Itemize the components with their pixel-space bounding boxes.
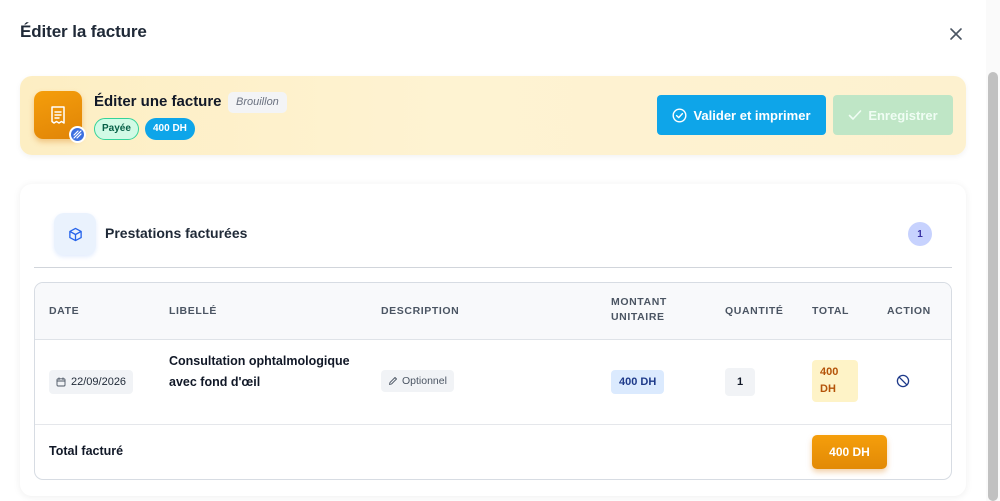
- amount-badge: 400 DH: [145, 118, 195, 140]
- invoice-icon-tile: [34, 91, 86, 143]
- validate-and-print-button[interactable]: Valider et imprimer: [657, 95, 826, 135]
- header-unit-price-line2: UNITAIRE: [611, 311, 665, 323]
- close-icon: [950, 28, 962, 40]
- header-unit-price-line1: MONTANT: [611, 296, 667, 308]
- row-date: 22/09/2026: [71, 376, 127, 388]
- save-button[interactable]: Enregistrer: [833, 95, 953, 135]
- pencil-stripe-icon: [73, 130, 82, 139]
- remove-row-button[interactable]: [894, 372, 912, 390]
- section-divider: [34, 267, 952, 268]
- header-action: ACTION: [887, 305, 931, 317]
- services-table: DATE LIBELLÉ DESCRIPTION MONTANT UNITAIR…: [34, 282, 952, 480]
- cube-icon: [68, 227, 82, 241]
- hero-title: Éditer une facture: [94, 93, 222, 110]
- check-icon: [849, 110, 862, 120]
- modal-header: Éditer la facture: [20, 22, 970, 46]
- section-icon-tile: [54, 213, 96, 255]
- validate-and-print-label: Valider et imprimer: [693, 107, 811, 123]
- table-row: 22/09/2026 Consultation ophtalmologique …: [35, 340, 951, 425]
- section-title: Prestations facturées: [105, 225, 248, 241]
- paid-status-badge: Payée: [94, 118, 139, 140]
- header-libelle: LIBELLÉ: [169, 305, 217, 317]
- description-field[interactable]: Optionnel: [381, 370, 454, 392]
- scrollbar-track[interactable]: [986, 0, 1000, 501]
- pencil-icon: [389, 377, 397, 385]
- row-total-line2: DH: [820, 383, 836, 395]
- header-date: DATE: [49, 305, 80, 317]
- save-label: Enregistrer: [868, 107, 938, 123]
- scrollbar-thumb[interactable]: [988, 72, 998, 501]
- modal-title: Éditer la facture: [20, 22, 147, 41]
- row-total: 400 DH: [812, 360, 858, 402]
- header-unit-price: MONTANT UNITAIRE: [611, 295, 667, 325]
- check-circle-icon: [672, 107, 687, 123]
- draft-status-badge: Brouillon: [228, 92, 287, 113]
- date-chip: 22/09/2026: [49, 370, 134, 394]
- receipt-icon: [51, 106, 65, 124]
- billed-services-card: Prestations facturées 1 DATE LIBELLÉ DES…: [20, 184, 966, 496]
- quantity-field[interactable]: 1: [725, 368, 755, 396]
- total-billed-amount: 400 DH: [812, 435, 887, 469]
- header-description: DESCRIPTION: [381, 305, 460, 317]
- ban-icon: [896, 374, 910, 388]
- row-description: Optionnel: [402, 375, 447, 387]
- row-total-line1: 400: [820, 366, 839, 378]
- table-header: DATE LIBELLÉ DESCRIPTION MONTANT UNITAIR…: [35, 283, 951, 340]
- services-count-badge: 1: [908, 222, 932, 246]
- row-libelle: Consultation ophtalmologique avec fond d…: [169, 354, 350, 389]
- edit-badge: [69, 126, 86, 143]
- edit-invoice-modal: Éditer la facture Éditer une facture Bro…: [0, 0, 1000, 501]
- total-billed-label: Total facturé: [49, 444, 124, 458]
- header-total: TOTAL: [812, 305, 850, 317]
- row-unit-price: 400 DH: [611, 370, 665, 394]
- calendar-icon: [56, 377, 66, 387]
- header-quantity: QUANTITÉ: [725, 305, 784, 317]
- invoice-hero-banner: Éditer une facture Brouillon Payée 400 D…: [20, 76, 966, 155]
- close-button[interactable]: [944, 22, 968, 46]
